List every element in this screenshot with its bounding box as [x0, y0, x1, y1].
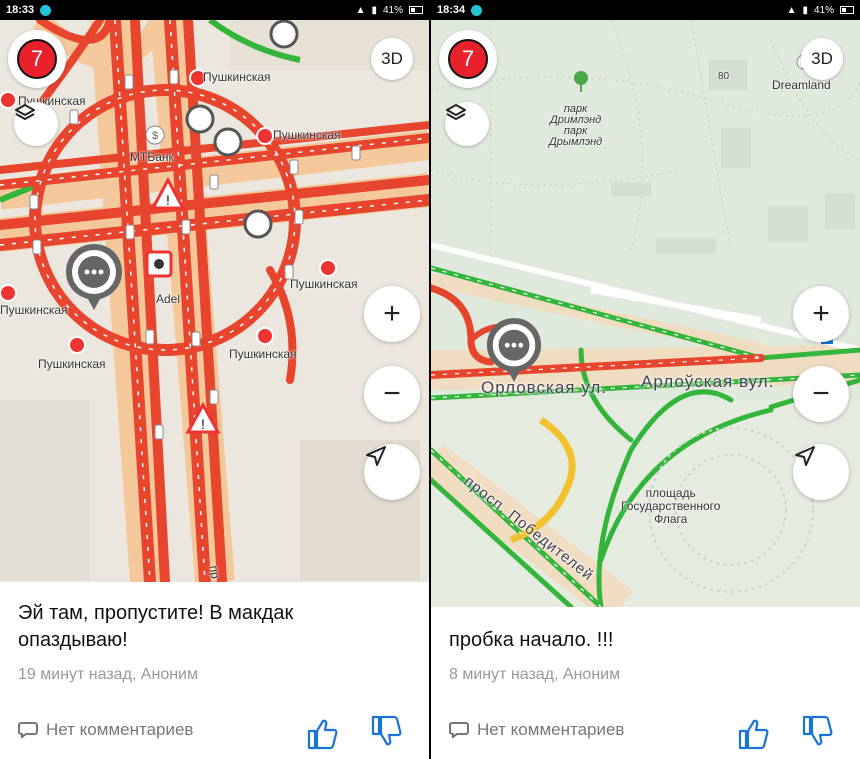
dislike-button[interactable] [801, 714, 835, 748]
status-bar: 18:34 ▲ ▮ 41% [431, 0, 860, 20]
event-meta: 8 минут назад, Аноним [449, 666, 621, 683]
zoom-out-button[interactable]: − [793, 366, 849, 422]
comments-link[interactable]: Нет комментариев [18, 720, 193, 740]
status-time: 18:34 [437, 4, 466, 16]
app-notification-icon [471, 4, 483, 16]
metro-label: Пушкинская [38, 357, 106, 371]
user-level-badge: 7 [448, 39, 488, 79]
locate-button[interactable] [364, 444, 420, 500]
street-label: Арлоўская вул. [641, 372, 775, 391]
thumbs-down-icon [802, 715, 833, 746]
3d-button[interactable]: 3D [801, 38, 843, 80]
battery-percent: 41% [382, 4, 403, 16]
layers-button[interactable] [445, 102, 489, 146]
zoom-in-button[interactable]: + [364, 286, 420, 342]
event-message: Эй там, пропустите! В макдак опаздываю! [18, 602, 294, 651]
wifi-icon: ▲ [355, 4, 366, 16]
status-time: 18:33 [6, 4, 35, 16]
left-screen: 18:33 ▲ ▮ 41% ! ! $ Пушкинская Пушкинска… [0, 0, 429, 759]
layers-button[interactable] [14, 102, 58, 146]
metro-label: Пушкинская [273, 128, 341, 142]
user-level-button[interactable]: 7 [439, 30, 497, 88]
bank-label: МТБанк [130, 150, 174, 164]
metro-label: Пушкинская [229, 347, 297, 361]
app-notification-icon [40, 4, 52, 16]
user-level-badge: 7 [17, 39, 57, 79]
thumbs-up-icon [738, 719, 769, 750]
zoom-in-button[interactable]: + [793, 286, 849, 342]
wifi-icon: ▲ [786, 4, 797, 16]
comments-label: Нет комментариев [477, 720, 625, 739]
square-label: площадь Государственного Флага [621, 486, 721, 526]
zoom-in-icon: + [383, 297, 401, 330]
layers-icon [15, 104, 35, 120]
map-view[interactable]: ! ! $ Пушкинская Пушкинская Пушкинская П… [0, 20, 429, 582]
comments-link[interactable]: Нет комментариев [449, 720, 624, 740]
shop-label: Adel [156, 292, 181, 306]
battery-icon [409, 6, 423, 14]
status-bar: 18:33 ▲ ▮ 41% [0, 0, 429, 20]
card-actions: Нет комментариев [18, 720, 411, 740]
battery-percent: 41% [813, 4, 834, 16]
locate-arrow-icon [366, 446, 386, 466]
svg-text:!: ! [166, 192, 170, 208]
right-screen: 18:34 ▲ ▮ 41% парк Дримлэнд парк Дрымлэн… [431, 0, 860, 759]
event-card: пробка начало. !!! 8 минут назад, Аноним… [431, 607, 860, 759]
thumbs-down-icon [371, 715, 402, 746]
comment-icon [18, 722, 38, 739]
dreamland-label: Dreamland [772, 78, 831, 92]
road-label: пр [206, 564, 223, 580]
like-button[interactable] [737, 717, 771, 751]
zoom-out-button[interactable]: − [364, 366, 420, 422]
signal-icon: ▮ [371, 4, 377, 16]
locate-arrow-icon [795, 446, 815, 466]
metro-label: Пушкинская [0, 303, 68, 317]
event-card: Эй там, пропустите! В макдак опаздываю! … [0, 582, 429, 759]
svg-text:!: ! [201, 416, 205, 432]
user-level-button[interactable]: 7 [8, 30, 66, 88]
dislike-button[interactable] [370, 714, 404, 748]
map-view[interactable]: парк Дримлэнд парк Дрымлэнд Dreamland 80… [431, 20, 860, 607]
layers-icon [446, 104, 466, 120]
comment-icon [449, 722, 469, 739]
metro-label: Пушкинская [203, 70, 271, 84]
battery-icon [840, 6, 854, 14]
comments-label: Нет комментариев [46, 720, 194, 739]
zoom-out-icon: − [383, 377, 401, 410]
metro-label: Пушкинская [290, 277, 358, 291]
svg-text:$: $ [152, 130, 158, 142]
park-label: парк Дримлэнд парк Дрымлэнд [549, 103, 603, 148]
house-number-label: 80 [718, 71, 730, 82]
thumbs-up-icon [307, 719, 338, 750]
locate-button[interactable] [793, 444, 849, 500]
event-meta: 19 минут назад, Аноним [18, 666, 198, 683]
zoom-out-icon: − [812, 377, 830, 410]
like-button[interactable] [306, 717, 340, 751]
card-actions: Нет комментариев [449, 720, 842, 740]
zoom-in-icon: + [812, 297, 830, 330]
event-message: пробка начало. !!! [449, 629, 614, 651]
signal-icon: ▮ [802, 4, 808, 16]
3d-button[interactable]: 3D [371, 38, 413, 80]
